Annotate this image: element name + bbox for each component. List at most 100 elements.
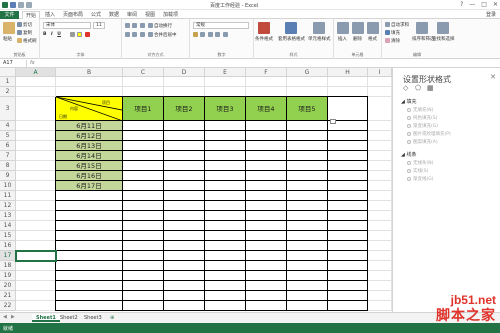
- delete-cells-button[interactable]: 删除: [353, 36, 362, 42]
- table-cell[interactable]: [287, 261, 328, 271]
- table-cell[interactable]: [246, 221, 287, 231]
- cell-b1[interactable]: [56, 77, 123, 87]
- cell-a5[interactable]: [16, 131, 56, 141]
- date-cell[interactable]: 6月14日: [56, 151, 123, 161]
- cell-a20[interactable]: [16, 281, 56, 291]
- table-cell[interactable]: [246, 291, 287, 301]
- tab-review[interactable]: 审阅: [124, 11, 140, 19]
- copy-button[interactable]: 复制: [17, 30, 32, 36]
- row-header-6[interactable]: 6: [0, 141, 16, 151]
- find-select-button[interactable]: 查找和选择: [432, 36, 455, 42]
- table-cell[interactable]: [328, 131, 368, 141]
- bold-button[interactable]: B: [43, 32, 46, 37]
- table-cell[interactable]: [287, 201, 328, 211]
- table-cell[interactable]: [123, 271, 164, 281]
- table-cell[interactable]: [246, 181, 287, 191]
- table-cell[interactable]: [123, 181, 164, 191]
- table-cell[interactable]: [287, 251, 328, 261]
- row-header-10[interactable]: 10: [0, 181, 16, 191]
- table-cell[interactable]: [164, 271, 205, 281]
- decrease-decimal-icon[interactable]: [222, 32, 228, 37]
- column-header-h[interactable]: H: [328, 68, 368, 77]
- table-cell[interactable]: [287, 301, 328, 311]
- comma-icon[interactable]: [207, 32, 213, 37]
- table-cell[interactable]: [328, 301, 368, 311]
- table-cell[interactable]: [246, 161, 287, 171]
- table-cell[interactable]: [328, 191, 368, 201]
- fill-button[interactable]: 填充: [385, 30, 400, 36]
- row-header-2[interactable]: 2: [0, 87, 16, 97]
- column-header-a[interactable]: A: [16, 68, 56, 77]
- table-cell[interactable]: [246, 231, 287, 241]
- underline-button[interactable]: U: [57, 32, 61, 37]
- table-cell[interactable]: [56, 211, 123, 221]
- cell-i7[interactable]: [368, 151, 392, 161]
- project-header-2[interactable]: 项目2: [164, 97, 205, 121]
- date-cell[interactable]: 6月12日: [56, 131, 123, 141]
- table-cell[interactable]: [287, 151, 328, 161]
- tab-view[interactable]: 视图: [142, 11, 158, 19]
- project-header-5[interactable]: 项目5: [287, 97, 328, 121]
- conditional-format-icon[interactable]: [258, 22, 270, 34]
- row-header-14[interactable]: 14: [0, 221, 16, 231]
- table-cell[interactable]: [246, 251, 287, 261]
- table-cell[interactable]: [164, 241, 205, 251]
- table-cell[interactable]: [287, 171, 328, 181]
- align-bottom-icon[interactable]: [139, 23, 145, 28]
- table-cell[interactable]: [123, 211, 164, 221]
- table-cell[interactable]: [164, 121, 205, 131]
- size-properties-icon[interactable]: ▦: [427, 85, 434, 92]
- table-cell[interactable]: [56, 281, 123, 291]
- line-option-none[interactable]: 无线条(N): [407, 160, 433, 166]
- effects-icon[interactable]: ⬠: [415, 85, 422, 92]
- table-cell[interactable]: [246, 261, 287, 271]
- maximize-button[interactable]: □: [481, 1, 487, 8]
- table-cell[interactable]: [123, 121, 164, 131]
- table-cell[interactable]: [164, 161, 205, 171]
- next-sheet-arrow[interactable]: ▶: [11, 314, 15, 320]
- prev-sheet-arrow[interactable]: ◀: [3, 314, 7, 320]
- select-all-corner[interactable]: [0, 68, 16, 77]
- table-cell[interactable]: [205, 121, 246, 131]
- cell-i20[interactable]: [368, 281, 392, 291]
- table-cell[interactable]: [123, 191, 164, 201]
- formula-input[interactable]: [42, 60, 492, 67]
- table-cell[interactable]: [246, 211, 287, 221]
- table-cell[interactable]: [287, 271, 328, 281]
- date-cell[interactable]: 6月13日: [56, 141, 123, 151]
- table-cell[interactable]: [56, 291, 123, 301]
- table-cell[interactable]: [287, 121, 328, 131]
- table-cell[interactable]: [123, 301, 164, 311]
- paste-button[interactable]: 粘贴: [3, 36, 12, 42]
- close-button[interactable]: ✕: [493, 1, 498, 8]
- date-cell[interactable]: 6月15日: [56, 161, 123, 171]
- cell-c1[interactable]: [123, 77, 164, 87]
- increase-decimal-icon[interactable]: [215, 32, 221, 37]
- table-cell[interactable]: [205, 171, 246, 181]
- column-header-g[interactable]: G: [287, 68, 328, 77]
- table-cell[interactable]: [205, 141, 246, 151]
- table-cell[interactable]: [328, 271, 368, 281]
- cell-a3[interactable]: [16, 97, 56, 121]
- table-cell[interactable]: [205, 251, 246, 261]
- cell-i22[interactable]: [368, 301, 392, 311]
- table-cell[interactable]: [328, 211, 368, 221]
- cell-i11[interactable]: [368, 191, 392, 201]
- table-cell[interactable]: [328, 151, 368, 161]
- table-cell[interactable]: [205, 191, 246, 201]
- table-cell[interactable]: [246, 171, 287, 181]
- row-header-21[interactable]: 21: [0, 291, 16, 301]
- pane-close-button[interactable]: ✕: [490, 73, 496, 81]
- cell-i8[interactable]: [368, 161, 392, 171]
- table-cell[interactable]: [56, 241, 123, 251]
- cell-a6[interactable]: [16, 141, 56, 151]
- table-cell[interactable]: [56, 261, 123, 271]
- cell-f1[interactable]: [246, 77, 287, 87]
- name-box[interactable]: A17: [1, 60, 27, 67]
- insert-cells-icon[interactable]: [337, 22, 349, 34]
- help-button[interactable]: ?: [460, 1, 463, 8]
- format-table-icon[interactable]: [285, 22, 297, 34]
- table-cell[interactable]: [205, 211, 246, 221]
- merge-center-button[interactable]: 合并后居中: [148, 32, 177, 38]
- row-header-1[interactable]: 1: [0, 77, 16, 87]
